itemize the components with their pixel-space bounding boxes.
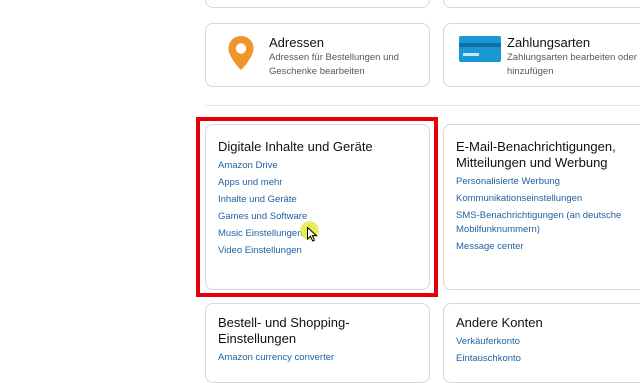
link-kommunikationseinstellungen[interactable]: Kommunikationseinstellungen [456, 190, 636, 207]
location-pin-icon [228, 36, 254, 70]
card-title: Adressen [269, 35, 324, 50]
mouse-cursor-icon [307, 227, 318, 242]
link-sms-benachrichtigungen[interactable]: SMS-Benachrichtigungen (an deutsche Mobi… [456, 207, 636, 238]
card-description: Adressen für Bestellungen und Geschenke … [269, 52, 399, 77]
link-message-center[interactable]: Message center [456, 238, 636, 255]
credit-card-icon [459, 36, 501, 62]
section-divider [205, 105, 640, 106]
highlight-box [196, 117, 438, 297]
card-title: E-Mail-Benachrichtigungen, Mitteilungen … [456, 139, 616, 170]
card-adressen[interactable]: Adressen Adressen für Bestellungen und G… [205, 23, 430, 87]
card-andere-konten: Andere Konten Verkäuferkonto Eintauschko… [443, 303, 640, 383]
link-verkaeuferkonto[interactable]: Verkäuferkonto [456, 333, 521, 350]
link-list: Amazon currency converter [218, 349, 334, 366]
card-email-benachrichtigungen: E-Mail-Benachrichtigungen, Mitteilungen … [443, 124, 640, 290]
link-currency-converter[interactable]: Amazon currency converter [218, 349, 334, 366]
card-title: Andere Konten [456, 315, 543, 330]
link-list: Personalisierte Werbung Kommunikationsei… [456, 173, 636, 255]
card-bestell-einstellungen: Bestell- und Shopping-Einstellungen Amaz… [205, 303, 430, 383]
link-list: Verkäuferkonto Eintauschkonto [456, 333, 521, 367]
card-title: Bestell- und Shopping-Einstellungen [218, 315, 350, 346]
link-personalisierte-werbung[interactable]: Personalisierte Werbung [456, 173, 636, 190]
card-description: Zahlungsarten bearbeiten oder hinzufügen [507, 52, 637, 77]
card-zahlungsarten[interactable]: Zahlungsarten Zahlungsarten bearbeiten o… [443, 23, 640, 87]
card-top-right-partial [443, 0, 640, 8]
card-top-left-partial [205, 0, 430, 8]
link-eintauschkonto[interactable]: Eintauschkonto [456, 350, 521, 367]
card-title: Zahlungsarten [507, 35, 591, 50]
